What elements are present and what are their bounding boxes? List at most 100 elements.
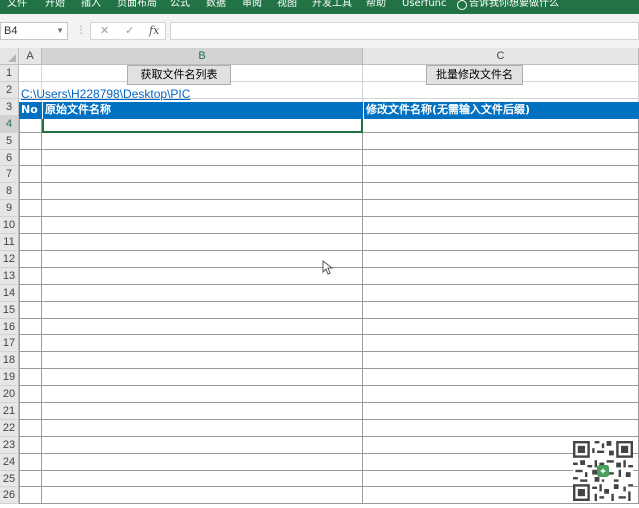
cell-b25[interactable] (42, 471, 363, 487)
row-header-12[interactable]: 12 (0, 251, 19, 268)
cell-a26[interactable] (19, 487, 42, 504)
cell-c19[interactable] (363, 369, 639, 386)
cell-b23[interactable] (42, 437, 363, 454)
tab-data[interactable]: 数据 (206, 0, 226, 11)
cell-c6[interactable] (363, 150, 639, 166)
cell-b21[interactable] (42, 403, 363, 420)
cell-c16[interactable] (363, 319, 639, 335)
cell-a6[interactable] (19, 150, 42, 166)
cell-a8[interactable] (19, 183, 42, 200)
cell-a13[interactable] (19, 268, 42, 285)
cell-b18[interactable] (42, 352, 363, 369)
row-header-15[interactable]: 15 (0, 302, 19, 319)
formula-input[interactable] (170, 22, 639, 40)
row-header-24[interactable]: 24 (0, 454, 19, 471)
cell-c15[interactable] (363, 302, 639, 319)
row-header-20[interactable]: 20 (0, 386, 19, 403)
cell-b17[interactable] (42, 335, 363, 352)
row-header-7[interactable]: 7 (0, 166, 19, 183)
row-header-8[interactable]: 8 (0, 183, 19, 200)
table-header-original-name[interactable]: 原始文件名称 (42, 102, 363, 119)
cell-b24[interactable] (42, 454, 363, 471)
cell-b16[interactable] (42, 319, 363, 335)
cell-c13[interactable] (363, 268, 639, 285)
row-header-19[interactable]: 19 (0, 369, 19, 386)
row-header-4[interactable]: 4 (0, 116, 19, 133)
cell-b5[interactable] (42, 133, 363, 150)
column-header-a[interactable]: A (19, 48, 42, 65)
cell-b26[interactable] (42, 487, 363, 504)
row-header-18[interactable]: 18 (0, 352, 19, 369)
cell-a19[interactable] (19, 369, 42, 386)
cell-a9[interactable] (19, 200, 42, 217)
insert-function-icon[interactable]: fx (149, 24, 159, 37)
more-options-icon[interactable]: ⋮ (76, 25, 86, 36)
tab-review[interactable]: 审阅 (242, 0, 262, 11)
tab-help[interactable]: 帮助 (366, 0, 386, 11)
cell-b8[interactable] (42, 183, 363, 200)
table-header-new-name[interactable]: 修改文件名称(无需输入文件后缀) (363, 102, 639, 119)
cell-c5[interactable] (363, 133, 639, 150)
row-header-6[interactable]: 6 (0, 150, 19, 166)
row-header-10[interactable]: 10 (0, 217, 19, 234)
cell-b11[interactable] (42, 234, 363, 251)
cell-a24[interactable] (19, 454, 42, 471)
cell-a21[interactable] (19, 403, 42, 420)
cell-a10[interactable] (19, 217, 42, 234)
cell-a14[interactable] (19, 285, 42, 302)
row-header-3[interactable]: 3 (0, 99, 19, 116)
cell-b12[interactable] (42, 251, 363, 268)
tab-view[interactable]: 视图 (277, 0, 297, 11)
cell-a12[interactable] (19, 251, 42, 268)
table-header-no[interactable]: No (19, 102, 42, 119)
cell-b7[interactable] (42, 166, 363, 183)
tab-userfunc[interactable]: Userfunc (402, 0, 447, 11)
cell-a1[interactable] (19, 65, 42, 82)
cell-b10[interactable] (42, 217, 363, 234)
tab-developer[interactable]: 开发工具 (312, 0, 352, 11)
get-file-list-button[interactable]: 获取文件名列表 (127, 65, 231, 85)
row-header-13[interactable]: 13 (0, 268, 19, 285)
tab-file[interactable]: 文件 (7, 0, 27, 11)
row-header-14[interactable]: 14 (0, 285, 19, 302)
cell-a7[interactable] (19, 166, 42, 183)
cell-c10[interactable] (363, 217, 639, 234)
cancel-icon[interactable]: ✕ (100, 24, 109, 37)
row-header-11[interactable]: 11 (0, 234, 19, 251)
cell-a25[interactable] (19, 471, 42, 487)
row-header-5[interactable]: 5 (0, 133, 19, 150)
tell-me-search[interactable]: 告诉我你想要做什么 (469, 0, 559, 11)
row-header-2[interactable]: 2 (0, 82, 19, 99)
cell-b15[interactable] (42, 302, 363, 319)
cell-c14[interactable] (363, 285, 639, 302)
cell-b6[interactable] (42, 150, 363, 166)
cell-a18[interactable] (19, 352, 42, 369)
cell-c20[interactable] (363, 386, 639, 403)
column-header-b[interactable]: B (42, 48, 363, 65)
cell-b14[interactable] (42, 285, 363, 302)
row-header-16[interactable]: 16 (0, 319, 19, 335)
batch-rename-button[interactable]: 批量修改文件名 (426, 65, 523, 85)
cell-a17[interactable] (19, 335, 42, 352)
cell-b22[interactable] (42, 420, 363, 437)
row-header-1[interactable]: 1 (0, 65, 19, 82)
cell-c9[interactable] (363, 200, 639, 217)
cell-c21[interactable] (363, 403, 639, 420)
row-header-9[interactable]: 9 (0, 200, 19, 217)
tab-home[interactable]: 开始 (45, 0, 65, 11)
column-header-c[interactable]: C (363, 48, 639, 65)
cell-a22[interactable] (19, 420, 42, 437)
tab-insert[interactable]: 插入 (81, 0, 101, 11)
cell-a16[interactable] (19, 319, 42, 335)
name-box[interactable]: B4 ▼ (0, 22, 68, 40)
cell-b20[interactable] (42, 386, 363, 403)
select-all-corner[interactable] (0, 48, 19, 65)
cell-c18[interactable] (363, 352, 639, 369)
cell-a15[interactable] (19, 302, 42, 319)
cell-a20[interactable] (19, 386, 42, 403)
tab-page-layout[interactable]: 页面布局 (117, 0, 157, 11)
cell-b13[interactable] (42, 268, 363, 285)
cell-b9[interactable] (42, 200, 363, 217)
row-header-22[interactable]: 22 (0, 420, 19, 437)
row-header-26[interactable]: 26 (0, 487, 19, 504)
